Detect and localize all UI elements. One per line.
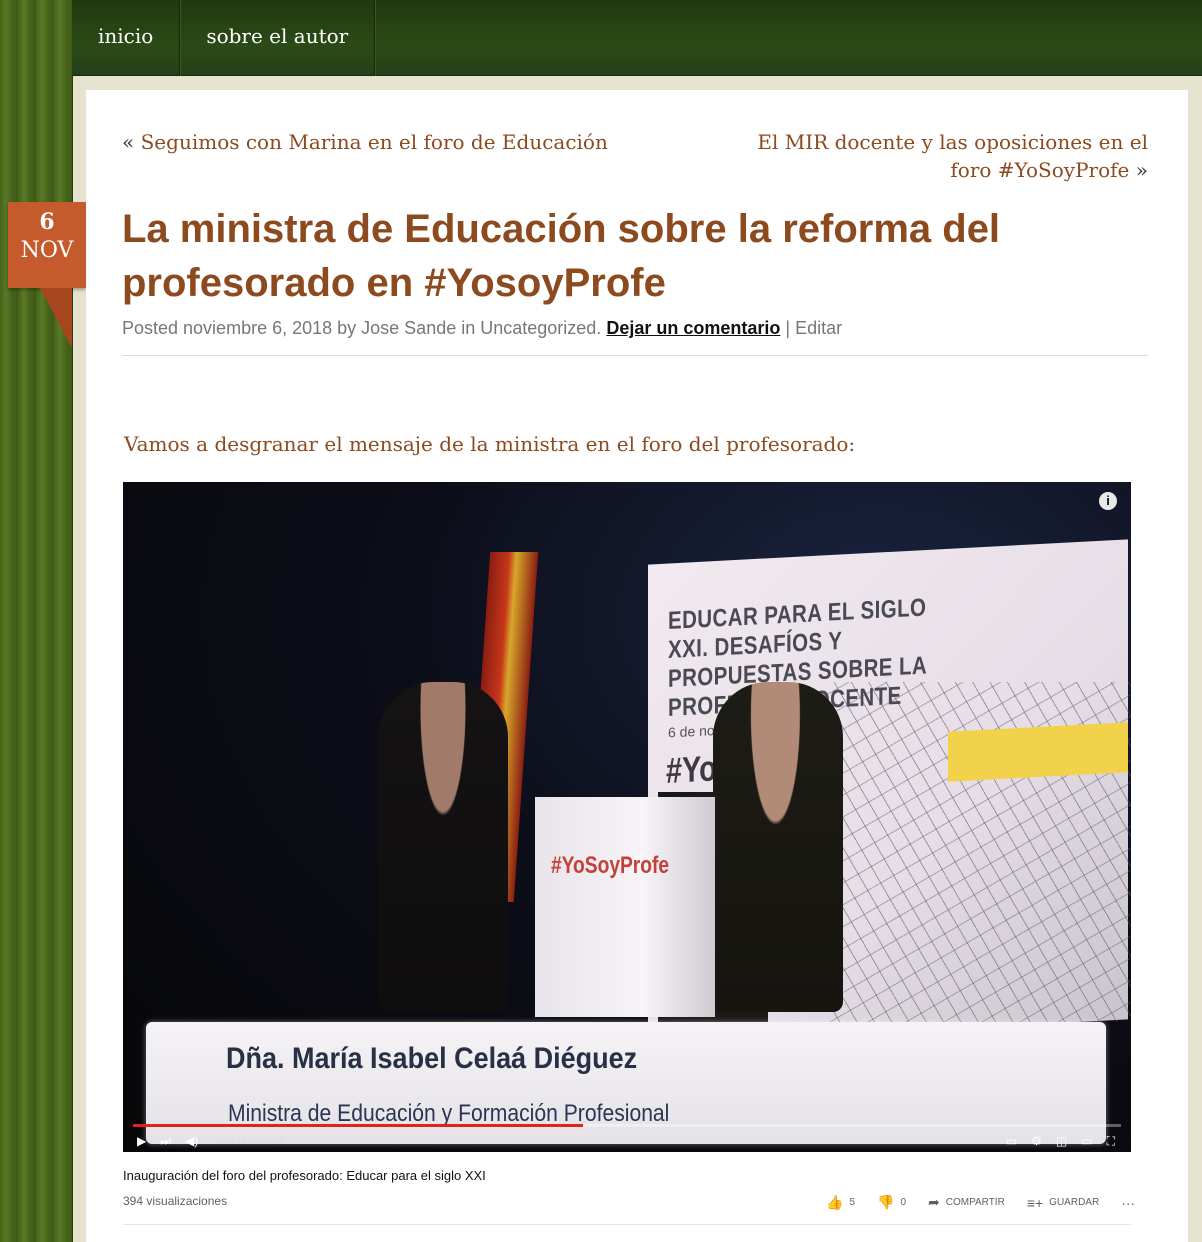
view-count: 394 visualizaciones xyxy=(123,1194,228,1208)
post-intro: Vamos a desgranar el mensaje de la minis… xyxy=(124,432,856,456)
thumbs-down-icon: 👎 xyxy=(877,1194,895,1210)
next-arrow: » xyxy=(1135,158,1148,182)
nav-item-inicio[interactable]: inicio xyxy=(72,0,181,76)
playlist-add-icon: ≡+ xyxy=(1026,1194,1044,1211)
divider xyxy=(123,1224,1131,1225)
miniplayer-icon[interactable]: ◫ xyxy=(1056,1134,1067,1149)
post-meta: Posted noviembre 6, 2018 by Jose Sande i… xyxy=(122,318,1148,356)
like-button[interactable]: 👍 5 xyxy=(826,1194,855,1211)
save-button[interactable]: ≡+ GUARDAR xyxy=(1027,1195,1099,1211)
next-icon[interactable]: ⏭ xyxy=(160,1134,171,1148)
speaker-name: Dña. María Isabel Celaá Diéguez xyxy=(226,1042,638,1075)
speaker-figure xyxy=(713,682,843,1012)
post-meta-text: Posted noviembre 6, 2018 by Jose Sande i… xyxy=(122,318,602,338)
date-badge: 6 NOV xyxy=(8,202,86,288)
date-month: NOV xyxy=(20,238,74,263)
video-actions: 👍 5 👎 0 ➦ COMPARTIR ≡+ GUARDAR ··· xyxy=(826,1194,1135,1211)
leave-comment-link[interactable]: Dejar un comentario xyxy=(606,318,780,338)
volume-icon[interactable]: ◀) xyxy=(185,1134,198,1148)
video-title[interactable]: Inauguración del foro del profesorado: E… xyxy=(123,1168,486,1183)
edit-link[interactable]: Editar xyxy=(795,318,842,338)
previous-post-link[interactable]: Seguimos con Marina en el foro de Educac… xyxy=(141,130,608,154)
next-post: El MIR docente y las oposiciones en el f… xyxy=(728,128,1148,184)
more-options-button[interactable]: ··· xyxy=(1121,1195,1135,1211)
nav-item-sobre-el-autor[interactable]: sobre el autor xyxy=(180,0,376,76)
play-icon[interactable]: ▶ xyxy=(137,1134,146,1148)
progress-fill xyxy=(133,1124,583,1127)
like-count: 5 xyxy=(849,1197,855,1208)
share-button[interactable]: ➦ COMPARTIR xyxy=(928,1194,1005,1211)
subtitles-icon[interactable]: ▭ xyxy=(1006,1134,1017,1149)
fullscreen-icon[interactable]: ⛶ xyxy=(1107,1134,1115,1149)
post-navigation: « Seguimos con Marina en el foro de Educ… xyxy=(122,128,1148,184)
share-label: COMPARTIR xyxy=(945,1197,1005,1208)
dislike-count: 0 xyxy=(900,1197,906,1208)
main-navbar: inicio sobre el autor xyxy=(72,0,1202,76)
controls-right: ▭ ⚙ ◫ ▭ ⛶ xyxy=(1006,1134,1131,1149)
date-badge-ribbon xyxy=(40,288,72,348)
previous-arrow: « xyxy=(122,130,135,154)
post-content: « Seguimos con Marina en el foro de Educ… xyxy=(86,90,1188,1242)
video-controls: ▶ ⏭ ◀) 1:13:49 / 2:40:05 ▭ ⚙ ◫ ▭ ⛶ xyxy=(123,1130,1131,1152)
save-label: GUARDAR xyxy=(1049,1197,1100,1208)
government-logo xyxy=(948,722,1128,782)
info-icon[interactable]: i xyxy=(1099,492,1117,510)
podium xyxy=(535,797,715,1017)
dislike-button[interactable]: 👎 0 xyxy=(877,1194,906,1211)
next-post-link[interactable]: El MIR docente y las oposiciones en el f… xyxy=(757,130,1148,182)
podium-label: #YoSoyProfe xyxy=(551,852,670,879)
previous-post: « Seguimos con Marina en el foro de Educ… xyxy=(122,128,642,184)
share-icon: ➦ xyxy=(928,1194,940,1210)
settings-gear-icon[interactable]: ⚙ xyxy=(1031,1134,1042,1149)
interpreter-figure xyxy=(378,682,508,1012)
date-day: 6 xyxy=(39,209,55,235)
more-icon: ··· xyxy=(1121,1194,1136,1211)
meta-separator: | xyxy=(785,318,791,338)
embedded-video-player[interactable]: EDUCAR PARA EL SIGLO XXI. DESAFÍOS Y PRO… xyxy=(123,482,1131,1152)
progress-bar[interactable] xyxy=(133,1124,1121,1127)
post-title[interactable]: La ministra de Educación sobre la reform… xyxy=(122,202,1142,310)
thumbs-up-icon: 👍 xyxy=(826,1194,844,1210)
theater-mode-icon[interactable]: ▭ xyxy=(1081,1134,1092,1149)
time-display: 1:13:49 / 2:40:05 xyxy=(216,1136,284,1146)
